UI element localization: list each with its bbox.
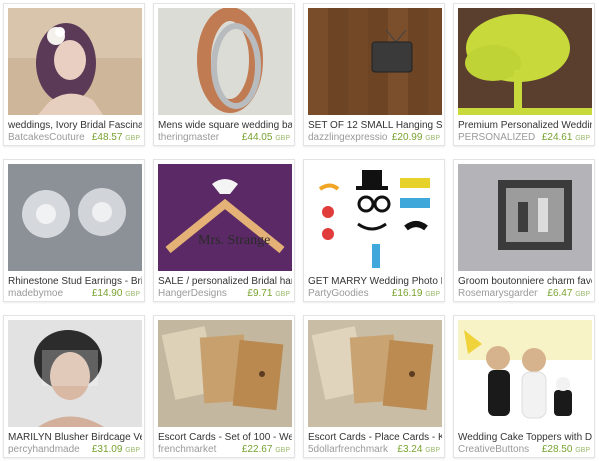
price-value: £28.50 <box>541 444 573 455</box>
listing-title[interactable]: SALE / personalized Bridal hanger <box>158 276 292 288</box>
shop-name[interactable]: CreativeButtons <box>458 444 538 456</box>
listing-title[interactable]: GET MARRY Wedding Photo Booth Props <box>308 276 442 288</box>
shop-name[interactable]: frenchmarket <box>158 444 238 456</box>
currency-code: GBP <box>575 135 590 142</box>
listing-card[interactable]: GET MARRY Wedding Photo Booth Props Part… <box>303 159 445 302</box>
listing-image[interactable]: Mrs. Strange <box>158 164 292 271</box>
listing-card[interactable]: Premium Personalized Wedding Tree PERSON… <box>453 3 595 146</box>
currency-code: GBP <box>275 447 290 454</box>
listing-price: £44.05 GBP <box>242 132 290 145</box>
currency-code: GBP <box>425 135 440 142</box>
price-value: £48.57 <box>91 132 123 143</box>
listing-card[interactable]: Groom boutonniere charm favor Rosemarysg… <box>453 159 595 302</box>
price-value: £24.61 <box>541 132 573 143</box>
price-value: £16.19 <box>391 288 423 299</box>
shop-name[interactable]: PartyGoodies <box>308 288 388 300</box>
listing-title[interactable]: Groom boutonniere charm favor <box>458 276 592 288</box>
listing-title[interactable]: MARILYN Blusher Birdcage Veil <box>8 432 142 444</box>
shop-name[interactable]: dazzlingexpressions <box>308 132 388 144</box>
shop-name[interactable]: PERSONALIZED <box>458 132 538 144</box>
listing-card[interactable]: SET OF 12 SMALL Hanging Signs dazzlingex… <box>303 3 445 146</box>
listing-price: £16.19 GBP <box>392 288 440 301</box>
listing-title[interactable]: Rhinestone Stud Earrings - Bridal <box>8 276 142 288</box>
svg-text:Mrs. Strange: Mrs. Strange <box>198 233 270 248</box>
listing-price: £9.71 GBP <box>247 288 290 301</box>
listing-price: £48.57 GBP <box>92 132 140 145</box>
listing-title[interactable]: Wedding Cake Toppers with Dog <box>458 432 592 444</box>
listing-title[interactable]: Premium Personalized Wedding Tree <box>458 120 592 132</box>
currency-code: GBP <box>125 135 140 142</box>
currency-code: GBP <box>575 447 590 454</box>
listing-title[interactable]: SET OF 12 SMALL Hanging Signs <box>308 120 442 132</box>
listing-title[interactable]: Mens wide square wedding band <box>158 120 292 132</box>
price-value: £31.09 <box>91 444 123 455</box>
currency-code: GBP <box>275 291 290 298</box>
shop-name[interactable]: HangerDesigns <box>158 288 238 300</box>
price-value: £9.71 <box>247 288 273 299</box>
shop-name[interactable]: Rosemarysgarden <box>458 288 538 300</box>
shop-name[interactable]: 5dollarfrenchmarket <box>308 444 388 456</box>
currency-code: GBP <box>575 291 590 298</box>
listing-price: £31.09 GBP <box>92 444 140 457</box>
currency-code: GBP <box>275 135 290 142</box>
listing-card[interactable]: Mrs. Strange SALE / personalized Bridal … <box>153 159 295 302</box>
listing-image[interactable] <box>458 320 592 427</box>
price-value: £22.67 <box>241 444 273 455</box>
listing-card[interactable]: MARILYN Blusher Birdcage Veil percyhandm… <box>3 315 145 458</box>
shop-name[interactable]: percyhandmade <box>8 444 88 456</box>
listing-image[interactable] <box>308 320 442 427</box>
price-value: £20.99 <box>391 132 423 143</box>
listing-image[interactable] <box>458 8 592 115</box>
listing-image[interactable] <box>158 320 292 427</box>
price-value: £44.05 <box>241 132 273 143</box>
currency-code: GBP <box>425 447 440 454</box>
currency-code: GBP <box>125 447 140 454</box>
shop-name[interactable]: theringmaster <box>158 132 238 144</box>
listing-price: £28.50 GBP <box>542 444 590 457</box>
listing-image[interactable] <box>8 8 142 115</box>
listing-price: £3.24 GBP <box>397 444 440 457</box>
listing-image[interactable] <box>308 164 442 271</box>
listing-price: £14.90 GBP <box>92 288 140 301</box>
listing-image[interactable] <box>8 320 142 427</box>
listing-image[interactable] <box>458 164 592 271</box>
listing-title[interactable]: Escort Cards - Place Cards - Kraft <box>308 432 442 444</box>
currency-code: GBP <box>425 291 440 298</box>
listing-card[interactable]: Wedding Cake Toppers with Dog CreativeBu… <box>453 315 595 458</box>
listing-title[interactable]: Escort Cards - Set of 100 - Wedding <box>158 432 292 444</box>
listing-card[interactable]: Mens wide square wedding band theringmas… <box>153 3 295 146</box>
listing-image[interactable] <box>158 8 292 115</box>
price-value: £3.24 <box>397 444 423 455</box>
listing-image[interactable] <box>308 8 442 115</box>
currency-code: GBP <box>125 291 140 298</box>
listing-price: £22.67 GBP <box>242 444 290 457</box>
listing-card[interactable]: Escort Cards - Set of 100 - Wedding fren… <box>153 315 295 458</box>
price-value: £6.47 <box>547 288 573 299</box>
listing-price: £20.99 GBP <box>392 132 440 145</box>
listing-image[interactable] <box>8 164 142 271</box>
listing-price: £24.61 GBP <box>542 132 590 145</box>
listing-price: £6.47 GBP <box>547 288 590 301</box>
listing-card[interactable]: Escort Cards - Place Cards - Kraft 5doll… <box>303 315 445 458</box>
listing-title[interactable]: weddings, Ivory Bridal Fascinator <box>8 120 142 132</box>
listing-card[interactable]: Rhinestone Stud Earrings - Bridal madeby… <box>3 159 145 302</box>
shop-name[interactable]: madebymoe <box>8 288 88 300</box>
shop-name[interactable]: BatcakesCouture <box>8 132 88 144</box>
price-value: £14.90 <box>91 288 123 299</box>
listing-card[interactable]: weddings, Ivory Bridal Fascinator Batcak… <box>3 3 145 146</box>
